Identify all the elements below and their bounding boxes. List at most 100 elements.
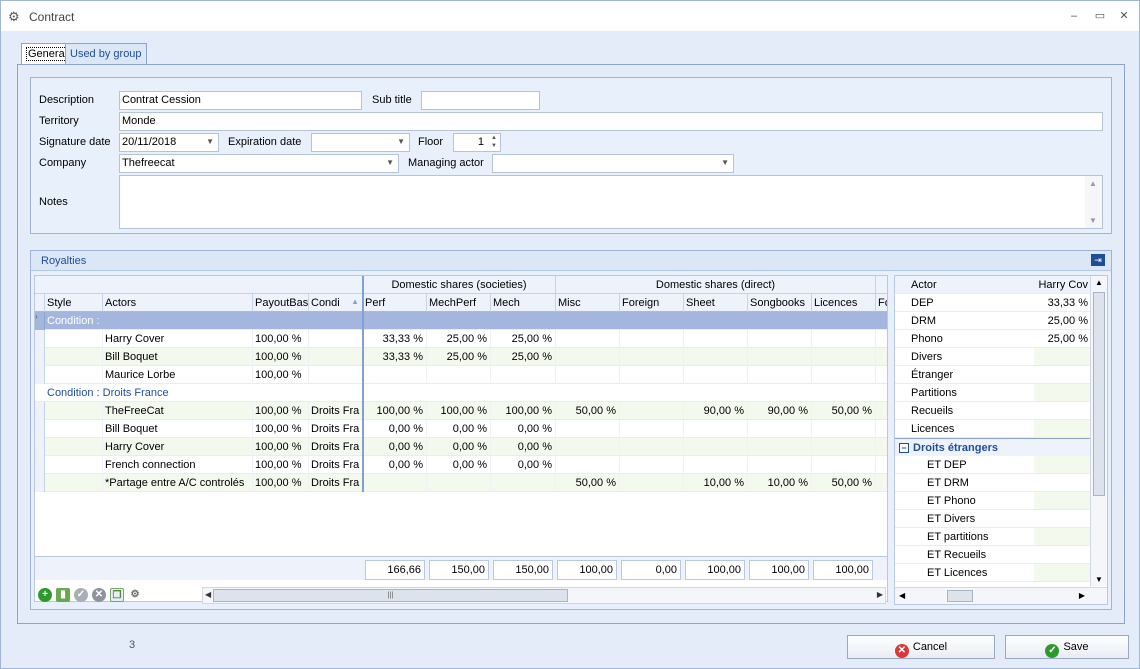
maximize-button[interactable]: ▭ — [1093, 9, 1107, 23]
table-row[interactable]: TheFreeCat 100,00 % Droits Fra 100,00 % … — [35, 402, 887, 420]
cell-foreign[interactable] — [620, 420, 684, 438]
col-style[interactable]: Style — [45, 294, 103, 312]
col-actors[interactable]: Actors — [103, 294, 253, 312]
cell-licences[interactable]: 50,00 % — [812, 474, 876, 492]
cell-misc[interactable]: 50,00 % — [556, 474, 620, 492]
col-mech[interactable]: Mech — [491, 294, 556, 312]
scroll-thumb[interactable]: ||| — [213, 589, 568, 602]
cell-mech[interactable]: 100,00 % — [491, 402, 556, 420]
cell-mechperf[interactable]: 0,00 % — [427, 438, 491, 456]
cell-songbooks[interactable]: 90,00 % — [748, 402, 812, 420]
cell-songbooks[interactable] — [748, 366, 812, 384]
col-misc[interactable]: Misc — [556, 294, 620, 312]
cell-condition[interactable]: Droits Fra — [309, 402, 363, 420]
cell-sheet[interactable] — [684, 420, 748, 438]
chevron-down-icon[interactable]: ▼ — [206, 137, 214, 146]
cell-misc[interactable] — [556, 438, 620, 456]
detail-hscrollbar[interactable]: ◀ ▶ — [895, 587, 1107, 604]
expand-panel-icon[interactable]: ⇥ — [1091, 254, 1105, 266]
cell-mech[interactable]: 0,00 % — [491, 420, 556, 438]
cell-foreign[interactable] — [620, 366, 684, 384]
cell-sheet[interactable] — [684, 366, 748, 384]
cell-style[interactable] — [45, 366, 103, 384]
cell-perf[interactable]: 0,00 % — [363, 420, 427, 438]
col-songbooks[interactable]: Songbooks — [748, 294, 812, 312]
cell-songbooks[interactable] — [748, 438, 812, 456]
detail-subrow[interactable]: ET partitions — [895, 528, 1090, 546]
scroll-left-icon[interactable]: ◀ — [205, 590, 211, 599]
check-icon[interactable]: ✓ — [74, 588, 88, 602]
cell-payout[interactable]: 100,00 % — [253, 366, 309, 384]
cell-style[interactable] — [45, 438, 103, 456]
scroll-thumb[interactable] — [1093, 292, 1105, 496]
cell-mech[interactable]: 25,00 % — [491, 348, 556, 366]
cancel-button[interactable]: ✕ Cancel — [847, 635, 995, 659]
cell-licences[interactable] — [812, 330, 876, 348]
cell-style[interactable] — [45, 348, 103, 366]
cell-sheet[interactable]: 10,00 % — [684, 474, 748, 492]
add-icon[interactable]: + — [38, 588, 52, 602]
cell-style[interactable] — [45, 330, 103, 348]
cell-mechperf[interactable]: 25,00 % — [427, 330, 491, 348]
expiration-date-picker[interactable]: ▼ — [311, 133, 410, 152]
cell-mechperf[interactable] — [427, 474, 491, 492]
cell-licences[interactable] — [812, 456, 876, 474]
col-foreign[interactable]: Foreign — [620, 294, 684, 312]
detail-row[interactable]: Licences — [895, 420, 1090, 438]
col-perf[interactable]: Perf — [363, 294, 427, 312]
cell-payout[interactable]: 100,00 % — [253, 330, 309, 348]
table-row[interactable]: *Partage entre A/C controlés 100,00 % Dr… — [35, 474, 887, 492]
cell-misc[interactable] — [556, 330, 620, 348]
cell-songbooks[interactable]: 10,00 % — [748, 474, 812, 492]
scroll-thumb[interactable] — [947, 590, 973, 602]
cell-style[interactable] — [45, 456, 103, 474]
cell-payout[interactable]: 100,00 % — [253, 348, 309, 366]
cell-actor[interactable]: Harry Cover — [103, 438, 253, 456]
cell-misc[interactable]: 50,00 % — [556, 402, 620, 420]
table-row[interactable]: Maurice Lorbe 100,00 % — [35, 366, 887, 384]
cell-condition[interactable] — [309, 348, 363, 366]
territory-input[interactable]: Monde — [119, 112, 1103, 131]
cell-payout[interactable]: 100,00 % — [253, 402, 309, 420]
delete-icon[interactable]: ▮ — [56, 588, 70, 602]
cell-perf[interactable]: 100,00 % — [363, 402, 427, 420]
table-row[interactable]: Harry Cover 100,00 % Droits Fra 0,00 % 0… — [35, 438, 887, 456]
cell-mech[interactable]: 0,00 % — [491, 438, 556, 456]
cell-mech[interactable] — [491, 474, 556, 492]
scroll-right-icon[interactable]: ▶ — [877, 590, 883, 599]
col-mechperf[interactable]: MechPerf — [427, 294, 491, 312]
group-row-condition-droits-france[interactable]: Condition : Droits France — [35, 384, 887, 402]
cell-perf[interactable]: 0,00 % — [363, 456, 427, 474]
spin-arrows-icon[interactable]: ▲ ▼ — [489, 134, 499, 151]
notes-textarea[interactable]: ▲ ▼ — [119, 175, 1103, 229]
cell-sheet[interactable] — [684, 438, 748, 456]
grid-hscrollbar[interactable]: ◀ ||| ▶ — [202, 587, 886, 604]
settings-icon[interactable]: ⚙ — [128, 588, 142, 602]
scroll-up-icon[interactable]: ▲ — [1089, 179, 1097, 188]
col-payoutbase[interactable]: PayoutBase — [253, 294, 309, 312]
cell-actor[interactable]: TheFreeCat — [103, 402, 253, 420]
category-droits-etrangers[interactable]: − Droits étrangers — [895, 438, 1090, 456]
signature-date-picker[interactable]: 20/11/2018 ▼ — [119, 133, 219, 152]
cell-payout[interactable]: 100,00 % — [253, 438, 309, 456]
managing-actor-select[interactable]: ▼ — [492, 154, 734, 173]
scroll-down-icon[interactable]: ▼ — [1095, 575, 1103, 584]
detail-subrow[interactable]: ET Phono — [895, 492, 1090, 510]
cell-songbooks[interactable] — [748, 420, 812, 438]
cell-mechperf[interactable]: 0,00 % — [427, 456, 491, 474]
col-fo[interactable]: Fo — [876, 294, 887, 312]
cell-actor[interactable]: Bill Boquet — [103, 348, 253, 366]
cell-style[interactable] — [45, 402, 103, 420]
save-button[interactable]: ✓ Save — [1005, 635, 1129, 659]
collapse-icon[interactable]: − — [899, 443, 909, 453]
cell-sheet[interactable] — [684, 330, 748, 348]
cell-style[interactable] — [45, 474, 103, 492]
detail-row[interactable]: Divers — [895, 348, 1090, 366]
cell-actor[interactable]: Harry Cover — [103, 330, 253, 348]
cell-sheet[interactable] — [684, 348, 748, 366]
cell-mechperf[interactable]: 0,00 % — [427, 420, 491, 438]
cell-sheet[interactable] — [684, 456, 748, 474]
cancel-edit-icon[interactable]: ✕ — [92, 588, 106, 602]
cell-payout[interactable]: 100,00 % — [253, 420, 309, 438]
cell-foreign[interactable] — [620, 330, 684, 348]
